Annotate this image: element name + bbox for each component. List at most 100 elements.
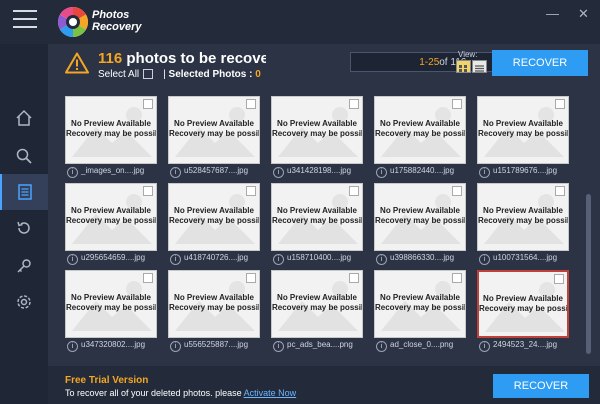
info-icon[interactable]: i xyxy=(170,167,181,178)
photo-thumbnail[interactable]: No Preview Available Recovery may be poss… xyxy=(477,270,569,338)
info-icon[interactable]: i xyxy=(170,254,181,265)
photo-tile[interactable]: No Preview Available Recovery may be poss… xyxy=(65,92,157,178)
photo-filename: ad_close_0....png xyxy=(390,340,454,349)
close-button[interactable]: ✕ xyxy=(578,6,589,22)
home-icon xyxy=(16,109,32,126)
info-icon[interactable]: i xyxy=(67,254,78,265)
page-range: 1-25 xyxy=(419,56,440,68)
no-preview-text: No Preview Available Recovery may be poss… xyxy=(66,119,156,139)
minimize-button[interactable]: — xyxy=(546,6,559,21)
no-preview-line-1: No Preview Available xyxy=(174,206,254,215)
no-preview-text: No Preview Available Recovery may be poss… xyxy=(375,293,465,313)
no-preview-line-1: No Preview Available xyxy=(277,119,357,128)
grid-view-button[interactable] xyxy=(456,60,471,73)
photo-checkbox[interactable] xyxy=(452,186,462,196)
photo-checkbox[interactable] xyxy=(143,99,153,109)
photo-thumbnail[interactable]: No Preview Available Recovery may be poss… xyxy=(477,96,569,164)
info-icon[interactable]: i xyxy=(479,254,490,265)
no-preview-line-2: Recovery may be possible xyxy=(272,216,363,225)
photo-checkbox[interactable] xyxy=(349,273,359,283)
photo-tile[interactable]: No Preview Available Recovery may be poss… xyxy=(65,266,157,352)
photo-thumbnail[interactable]: No Preview Available Recovery may be poss… xyxy=(168,96,260,164)
title-bar: Photos Recovery — ✕ xyxy=(0,0,600,44)
photo-tile[interactable]: No Preview Available Recovery may be poss… xyxy=(271,179,363,265)
sidebar-item-register[interactable] xyxy=(0,248,48,284)
photo-checkbox[interactable] xyxy=(452,99,462,109)
info-icon[interactable]: i xyxy=(376,167,387,178)
no-preview-line-2: Recovery may be possible xyxy=(169,303,260,312)
photo-tile[interactable]: No Preview Available Recovery may be poss… xyxy=(168,266,260,352)
photo-tile[interactable]: No Preview Available Recovery may be poss… xyxy=(374,92,466,178)
photo-filename: u398866330....jpg xyxy=(390,253,455,262)
photo-checkbox[interactable] xyxy=(246,186,256,196)
photo-checkbox[interactable] xyxy=(349,186,359,196)
no-preview-line-1: No Preview Available xyxy=(277,293,357,302)
recover-button-bottom[interactable]: RECOVER xyxy=(493,374,589,398)
photo-tile[interactable]: No Preview Available Recovery may be poss… xyxy=(374,266,466,352)
photo-checkbox[interactable] xyxy=(143,186,153,196)
photo-thumbnail[interactable]: No Preview Available Recovery may be poss… xyxy=(65,96,157,164)
info-icon[interactable]: i xyxy=(273,254,284,265)
photo-thumbnail[interactable]: No Preview Available Recovery may be poss… xyxy=(374,270,466,338)
photo-tile[interactable]: No Preview Available Recovery may be poss… xyxy=(271,92,363,178)
photo-tile[interactable]: No Preview Available Recovery may be poss… xyxy=(168,92,260,178)
photo-thumbnail[interactable]: No Preview Available Recovery may be poss… xyxy=(65,183,157,251)
list-view-button[interactable] xyxy=(472,60,487,73)
sidebar-item-restore[interactable] xyxy=(0,210,48,246)
info-icon[interactable]: i xyxy=(376,341,387,352)
photo-tile[interactable]: No Preview Available Recovery may be poss… xyxy=(477,266,569,352)
info-icon[interactable]: i xyxy=(376,254,387,265)
photo-checkbox[interactable] xyxy=(246,99,256,109)
photo-thumbnail[interactable]: No Preview Available Recovery may be poss… xyxy=(374,183,466,251)
photo-checkbox[interactable] xyxy=(246,273,256,283)
photo-checkbox[interactable] xyxy=(555,186,565,196)
no-preview-line-2: Recovery may be possible xyxy=(66,216,157,225)
trial-version-label: Free Trial Version xyxy=(65,375,149,386)
info-icon[interactable]: i xyxy=(67,167,78,178)
photo-tile[interactable]: No Preview Available Recovery may be poss… xyxy=(271,266,363,352)
photo-checkbox[interactable] xyxy=(555,99,565,109)
photo-thumbnail[interactable]: No Preview Available Recovery may be poss… xyxy=(374,96,466,164)
sidebar-item-settings[interactable] xyxy=(0,284,48,320)
photo-thumbnail[interactable]: No Preview Available Recovery may be poss… xyxy=(65,270,157,338)
photo-thumbnail[interactable]: No Preview Available Recovery may be poss… xyxy=(271,270,363,338)
photo-checkbox[interactable] xyxy=(349,99,359,109)
select-all-checkbox[interactable] xyxy=(143,69,154,80)
sidebar-item-scan[interactable] xyxy=(0,138,48,174)
photo-thumbnail[interactable]: No Preview Available Recovery may be poss… xyxy=(271,96,363,164)
no-preview-text: No Preview Available Recovery may be poss… xyxy=(169,119,259,139)
no-preview-line-1: No Preview Available xyxy=(277,206,357,215)
photo-thumbnail[interactable]: No Preview Available Recovery may be poss… xyxy=(168,183,260,251)
sidebar-item-results[interactable] xyxy=(0,174,48,210)
photo-checkbox[interactable] xyxy=(452,273,462,283)
photo-checkbox[interactable] xyxy=(554,274,564,284)
sidebar-item-home[interactable] xyxy=(0,100,48,136)
photo-tile[interactable]: No Preview Available Recovery may be poss… xyxy=(477,179,569,265)
no-preview-text: No Preview Available Recovery may be poss… xyxy=(272,119,362,139)
info-icon[interactable]: i xyxy=(273,341,284,352)
info-icon[interactable]: i xyxy=(479,341,490,352)
scrollbar-thumb[interactable] xyxy=(586,194,591,354)
photo-tile[interactable]: No Preview Available Recovery may be poss… xyxy=(168,179,260,265)
trial-message: To recover all of your deleted photos. p… xyxy=(65,388,296,398)
scrollbar[interactable] xyxy=(586,94,592,364)
info-icon[interactable]: i xyxy=(479,167,490,178)
info-icon[interactable]: i xyxy=(170,341,181,352)
photo-tile[interactable]: No Preview Available Recovery may be poss… xyxy=(65,179,157,265)
no-preview-text: No Preview Available Recovery may be poss… xyxy=(66,206,156,226)
recover-button-top[interactable]: RECOVER xyxy=(492,50,588,76)
sidebar xyxy=(0,44,48,404)
photo-thumbnail[interactable]: No Preview Available Recovery may be poss… xyxy=(477,183,569,251)
photo-tile[interactable]: No Preview Available Recovery may be poss… xyxy=(374,179,466,265)
info-icon[interactable]: i xyxy=(273,167,284,178)
no-preview-line-2: Recovery may be possible xyxy=(272,129,363,138)
menu-icon[interactable] xyxy=(13,10,37,30)
no-preview-line-2: Recovery may be possible xyxy=(375,129,466,138)
no-preview-line-1: No Preview Available xyxy=(380,119,460,128)
activate-now-link[interactable]: Activate Now xyxy=(244,388,297,398)
photo-tile[interactable]: No Preview Available Recovery may be poss… xyxy=(477,92,569,178)
photo-thumbnail[interactable]: No Preview Available Recovery may be poss… xyxy=(168,270,260,338)
photo-checkbox[interactable] xyxy=(143,273,153,283)
info-icon[interactable]: i xyxy=(67,341,78,352)
photo-thumbnail[interactable]: No Preview Available Recovery may be poss… xyxy=(271,183,363,251)
